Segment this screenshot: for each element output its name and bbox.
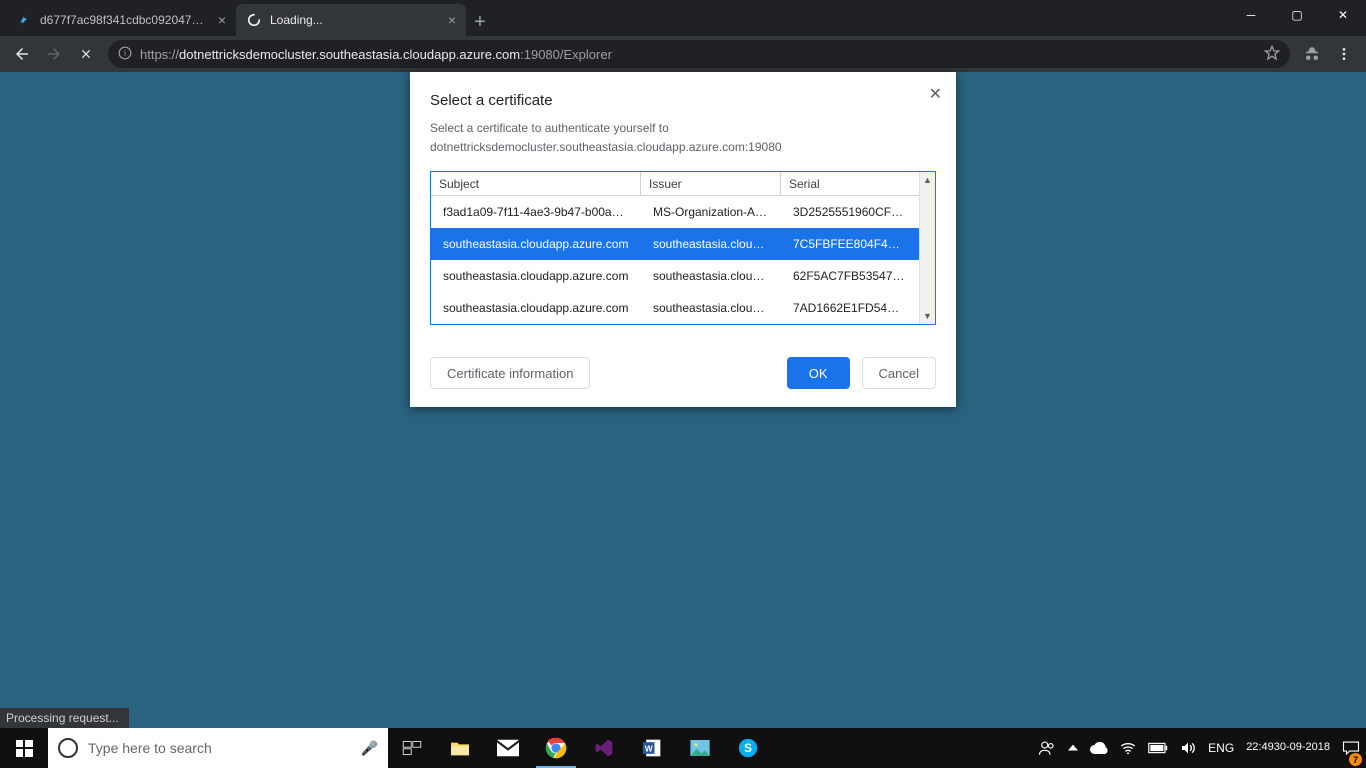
taskbar-clock[interactable]: 22:49 30-09-2018	[1240, 728, 1336, 768]
tray-chevron-up-icon[interactable]	[1062, 728, 1084, 768]
url-text: https://dotnettricksdemocluster.southeas…	[140, 47, 612, 62]
close-window-button[interactable]: ✕	[1320, 0, 1366, 30]
scroll-up-icon[interactable]: ▲	[920, 172, 935, 188]
volume-icon[interactable]	[1174, 728, 1202, 768]
scroll-down-icon[interactable]: ▼	[920, 308, 935, 324]
dialog-message: Select a certificate to authenticate you…	[430, 119, 936, 157]
windows-logo-icon	[16, 740, 33, 757]
visual-studio-icon[interactable]	[580, 728, 628, 768]
task-view-button[interactable]	[388, 728, 436, 768]
table-header: Subject Issuer Serial	[431, 172, 935, 196]
word-icon[interactable]: W	[628, 728, 676, 768]
svg-text:S: S	[744, 742, 752, 755]
certificate-dialog: ✕ Select a certificate Select a certific…	[410, 72, 956, 407]
tab-title: d677f7ac98f341cdbc092047b0a8	[40, 13, 210, 27]
microphone-icon[interactable]: 🎤	[361, 740, 378, 757]
language-indicator[interactable]: ENG	[1202, 728, 1240, 768]
close-tab-icon[interactable]: ×	[448, 13, 456, 27]
column-issuer[interactable]: Issuer	[641, 172, 781, 195]
table-row[interactable]: southeastasia.cloudapp.azure.com southea…	[431, 292, 919, 324]
site-info-icon[interactable]: i	[118, 46, 132, 63]
skype-icon[interactable]: S	[724, 728, 772, 768]
search-placeholder: Type here to search	[88, 740, 212, 756]
taskbar-search[interactable]: Type here to search 🎤	[48, 728, 388, 768]
ok-button[interactable]: OK	[787, 357, 850, 389]
start-button[interactable]	[0, 728, 48, 768]
address-bar[interactable]: i https://dotnettricksdemocluster.southe…	[108, 40, 1290, 68]
action-center-icon[interactable]: 7	[1336, 728, 1366, 768]
dialog-title: Select a certificate	[430, 92, 936, 109]
svg-text:i: i	[124, 48, 126, 57]
system-tray: ENG 22:49 30-09-2018 7	[1032, 728, 1366, 768]
new-tab-button[interactable]: +	[466, 8, 494, 36]
svg-text:W: W	[645, 743, 653, 753]
table-body: f3ad1a09-7f11-4ae3-9b47-b00ad4d... MS-Or…	[431, 196, 935, 324]
battery-icon[interactable]	[1142, 728, 1174, 768]
windows-taskbar: Type here to search 🎤 W S	[0, 728, 1366, 768]
scrollbar[interactable]: ▲ ▼	[919, 172, 935, 324]
certificate-information-button[interactable]: Certificate information	[430, 357, 590, 389]
cancel-button[interactable]: Cancel	[862, 357, 936, 389]
stop-reload-button[interactable]	[72, 40, 100, 68]
wifi-icon[interactable]	[1114, 728, 1142, 768]
close-tab-icon[interactable]: ×	[218, 13, 226, 27]
people-icon[interactable]	[1032, 728, 1062, 768]
bookmark-star-icon[interactable]	[1264, 45, 1280, 64]
tab-title: Loading...	[270, 13, 440, 27]
mail-icon[interactable]	[484, 728, 532, 768]
loading-spinner-icon	[246, 12, 262, 28]
incognito-icon[interactable]	[1298, 40, 1326, 68]
table-row[interactable]: southeastasia.cloudapp.azure.com southea…	[431, 260, 919, 292]
chrome-icon[interactable]	[532, 728, 580, 768]
file-explorer-icon[interactable]	[436, 728, 484, 768]
photos-icon[interactable]	[676, 728, 724, 768]
maximize-button[interactable]: ▢	[1274, 0, 1320, 30]
cortana-icon	[58, 738, 78, 758]
browser-tab[interactable]: Loading... ×	[236, 4, 466, 36]
menu-button[interactable]	[1330, 40, 1358, 68]
table-row[interactable]: f3ad1a09-7f11-4ae3-9b47-b00ad4d... MS-Or…	[431, 196, 919, 228]
table-row[interactable]: southeastasia.cloudapp.azure.com southea…	[431, 228, 919, 260]
browser-tab[interactable]: d677f7ac98f341cdbc092047b0a8 ×	[6, 4, 236, 36]
certificate-table: Subject Issuer Serial f3ad1a09-7f11-4ae3…	[430, 171, 936, 325]
notification-count-badge: 7	[1349, 753, 1362, 766]
dialog-footer: Certificate information OK Cancel	[430, 357, 936, 389]
back-button[interactable]	[8, 40, 36, 68]
column-subject[interactable]: Subject	[431, 172, 641, 195]
browser-window: d677f7ac98f341cdbc092047b0a8 × Loading..…	[0, 0, 1366, 72]
column-serial[interactable]: Serial	[781, 172, 917, 195]
tab-strip: d677f7ac98f341cdbc092047b0a8 × Loading..…	[0, 0, 1366, 36]
close-dialog-button[interactable]: ✕	[929, 84, 942, 104]
page-viewport: ✕ Select a certificate Select a certific…	[0, 72, 1366, 728]
window-controls: ─ ▢ ✕	[1228, 0, 1366, 30]
browser-status-text: Processing request...	[0, 708, 129, 728]
azure-favicon-icon	[16, 12, 32, 28]
minimize-button[interactable]: ─	[1228, 0, 1274, 30]
forward-button[interactable]	[40, 40, 68, 68]
browser-toolbar: i https://dotnettricksdemocluster.southe…	[0, 36, 1366, 72]
onedrive-icon[interactable]	[1084, 728, 1114, 768]
